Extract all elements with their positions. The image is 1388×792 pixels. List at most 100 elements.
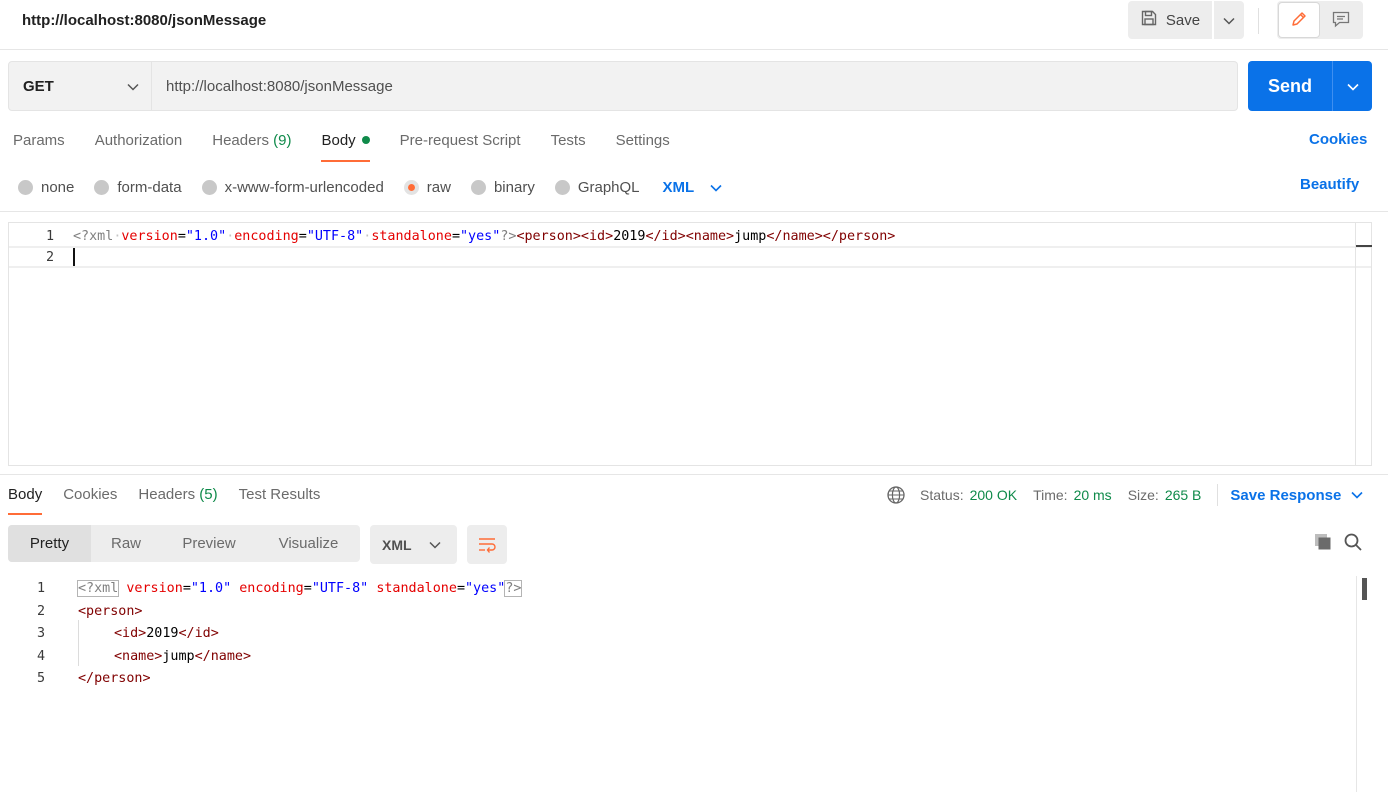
save-label: Save [1165,11,1201,29]
view-preview-button[interactable]: Preview [161,525,257,562]
tab-authorization[interactable]: Authorization [95,130,183,162]
save-button[interactable]: Save [1128,1,1212,39]
code-text: <?xml version="1.0" encoding="UTF-8" sta… [76,579,523,597]
raw-format-dropdown[interactable]: XML [663,179,723,196]
size-value[interactable]: 265 B [1165,487,1202,503]
radio-none-label: none [41,178,75,196]
tab-body[interactable]: Body [321,130,370,162]
response-line-1: 1 <?xml version="1.0" encoding="UTF-8" s… [0,577,523,599]
radio-none[interactable]: none [18,179,74,196]
scrollbar-thumb[interactable] [1356,245,1372,247]
divider [1217,484,1219,506]
radio-graphql-label: GraphQL [577,178,640,196]
response-view-toggle: Pretty Raw Preview Visualize [8,525,360,562]
line-number: 4 [36,648,45,664]
view-raw-button[interactable]: Raw [91,525,161,562]
search-icon[interactable] [1342,531,1364,553]
response-tab-body[interactable]: Body [8,485,43,515]
save-icon [1140,9,1158,31]
status-label: Status: [920,487,964,503]
save-response-button[interactable]: Save Response [1230,487,1363,504]
response-scrollbar-track[interactable] [1356,576,1357,792]
view-visualize-button[interactable]: Visualize [257,525,360,562]
radio-urlencoded-label: x-www-form-urlencoded [224,178,384,196]
radio-circle-selected [403,179,419,195]
response-body-viewer[interactable]: 1 <?xml version="1.0" encoding="UTF-8" s… [0,576,1372,792]
radio-circle [470,179,486,195]
method-select[interactable]: GET [8,61,152,111]
send-button[interactable]: Send [1248,61,1332,111]
response-line-5: 5 </person> [0,667,151,689]
line-number: 1 [36,580,45,596]
body-indicator-dot [361,136,370,144]
response-line-4: 4 <name>jump</name> [0,645,251,667]
line-number: 3 [36,625,45,641]
tab-params[interactable]: Params [13,130,65,162]
tab-settings[interactable]: Settings [616,130,670,162]
chevron-down-icon [429,541,441,549]
response-format-dropdown[interactable]: XML [370,525,457,564]
response-format-label: XML [382,536,412,553]
response-scrollbar-thumb[interactable] [1362,578,1367,600]
chevron-down-icon [710,179,722,196]
time-label: Time: [1033,487,1068,503]
radio-graphql[interactable]: GraphQL [554,178,640,196]
radio-circle [201,179,217,195]
view-pretty-button[interactable]: Pretty [8,525,91,562]
url-input[interactable] [152,61,1238,111]
editor-scrollbar[interactable] [1355,223,1372,465]
code-text: <person> [78,603,143,619]
line-number: 2 [45,249,54,265]
radio-circle [94,179,110,195]
text-cursor [73,248,75,266]
response-tab-headers[interactable]: Headers (5) [138,485,217,515]
response-line-3: 3 <id>2019</id> [0,622,219,644]
beautify-link[interactable]: Beautify [1300,176,1359,193]
send-button-group: Send [1248,61,1372,111]
globe-icon[interactable] [886,485,906,505]
tab-tests[interactable]: Tests [551,130,586,162]
status-value[interactable]: 200 OK [970,487,1017,503]
code-text: </person> [78,670,151,686]
tab-headers[interactable]: Headers (9) [212,130,291,162]
save-button-group: Save [1128,1,1244,39]
radio-raw[interactable]: raw [403,178,451,196]
code-line-2: 2 [9,246,1371,268]
radio-form-data-label: form-data [117,178,182,196]
edit-mode-button[interactable] [1279,3,1319,37]
radio-circle [18,179,33,195]
response-tab-cookies[interactable]: Cookies [63,485,117,515]
tab-headers-label: Headers [212,132,269,149]
request-body-editor[interactable]: 1 <?xml·version="1.0"·encoding="UTF-8"·s… [8,222,1372,466]
code-text [61,248,75,266]
response-stats: Status: 200 OK Time: 20 ms Size: 265 B S… [886,484,1363,506]
radio-raw-label: raw [426,178,451,196]
code-text: <id>2019</id> [114,625,219,641]
code-text: <name>jump</name> [114,648,252,664]
divider [0,474,1388,475]
sidebar-mode-toggle [1277,1,1363,39]
code-line-1: 1 <?xml·version="1.0"·encoding="UTF-8"·s… [9,225,1371,247]
comments-button[interactable] [1321,3,1361,37]
wrap-lines-button[interactable] [467,525,507,564]
response-headers-count: (5) [199,486,218,503]
size-label: Size: [1127,487,1159,503]
line-number: 1 [45,228,54,244]
radio-form-data[interactable]: form-data [94,178,182,196]
time-value[interactable]: 20 ms [1074,487,1112,503]
radio-binary-label: binary [493,178,535,196]
response-line-2: 2 <person> [0,600,143,622]
chevron-down-icon [127,78,139,95]
request-title[interactable]: http://localhost:8080/jsonMessage [22,12,266,29]
save-options-button[interactable] [1214,1,1244,39]
request-tabs: Params Authorization Headers (9) Body Pr… [13,130,700,162]
tab-prerequest-script[interactable]: Pre-request Script [400,130,521,162]
radio-binary[interactable]: binary [470,178,535,196]
divider [0,211,1388,212]
copy-icon[interactable] [1312,531,1334,553]
radio-urlencoded[interactable]: x-www-form-urlencoded [201,178,384,196]
cookies-link[interactable]: Cookies [1309,131,1367,148]
raw-format-label: XML [662,178,695,196]
send-options-button[interactable] [1332,61,1372,111]
response-tab-test-results[interactable]: Test Results [239,485,321,515]
